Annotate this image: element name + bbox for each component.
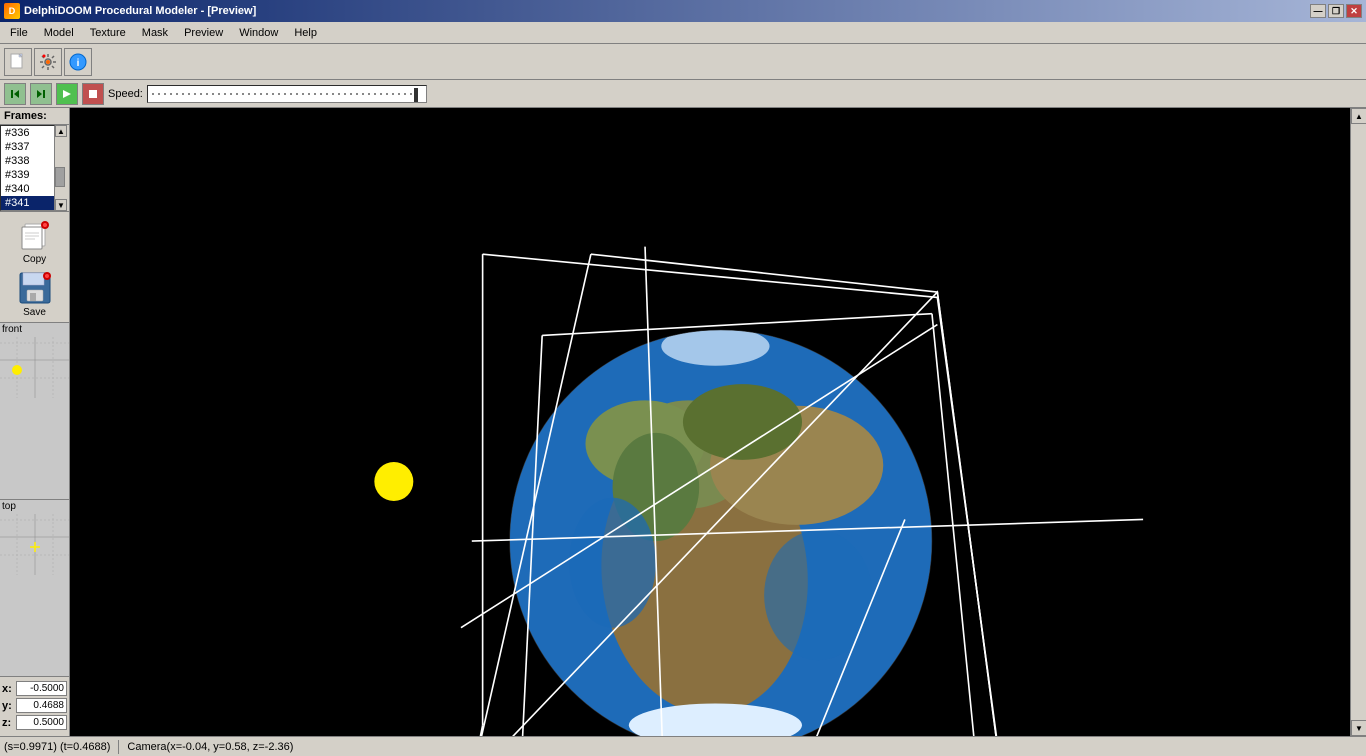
- frame-item[interactable]: #340: [1, 182, 54, 196]
- top-grid-svg: [0, 500, 69, 676]
- save-label: Save: [23, 307, 46, 318]
- svg-text:i: i: [77, 58, 80, 69]
- close-button[interactable]: ✕: [1346, 4, 1362, 18]
- coord-z-label: z:: [2, 717, 16, 729]
- scroll-track: [1351, 124, 1366, 720]
- frames-section: Frames: #336 #337 #338 #339 #340 #341 ▲ …: [0, 108, 69, 212]
- step-forward-button[interactable]: [30, 83, 52, 105]
- maximize-button[interactable]: ❐: [1328, 4, 1344, 18]
- app-icon: D: [4, 3, 20, 19]
- menu-preview[interactable]: Preview: [176, 25, 231, 41]
- viewport-scrollbar: ▲ ▼: [1350, 108, 1366, 736]
- menu-mask[interactable]: Mask: [134, 25, 176, 41]
- viewport-scene: [70, 108, 1350, 736]
- stop-button[interactable]: [82, 83, 104, 105]
- selected-point: [374, 462, 413, 501]
- top-panel-label: top: [0, 500, 18, 513]
- save-button[interactable]: Save: [16, 269, 54, 318]
- action-buttons: Copy: [0, 212, 69, 323]
- top-grid: [0, 500, 69, 676]
- titlebar-left: D DelphiDOOM Procedural Modeler - [Previ…: [4, 3, 256, 19]
- coord-x-row: x:: [2, 681, 67, 696]
- coords-section: x: y: z:: [0, 677, 69, 736]
- menu-texture[interactable]: Texture: [82, 25, 134, 41]
- scroll-thumb[interactable]: [55, 167, 65, 187]
- new-button[interactable]: [4, 48, 32, 76]
- front-panel: front: [0, 323, 69, 500]
- menu-model[interactable]: Model: [36, 25, 82, 41]
- copy-icon: [16, 216, 54, 254]
- frames-header: Frames:: [0, 108, 69, 125]
- save-icon: [16, 269, 54, 307]
- rewind-button[interactable]: [4, 83, 26, 105]
- copy-button[interactable]: Copy: [16, 216, 54, 265]
- copy-label: Copy: [23, 254, 46, 265]
- frames-area: #336 #337 #338 #339 #340 #341 ▲ ▼: [0, 125, 69, 211]
- titlebar-controls: — ❐ ✕: [1310, 4, 1362, 18]
- frame-item[interactable]: #336: [1, 126, 54, 140]
- minimize-button[interactable]: —: [1310, 4, 1326, 18]
- status-right: Camera(x=-0.04, y=0.58, z=-2.36): [127, 741, 293, 753]
- viewport[interactable]: [70, 108, 1350, 736]
- settings-button[interactable]: [34, 48, 62, 76]
- front-grid: [0, 323, 69, 499]
- coord-x-input[interactable]: [16, 681, 67, 696]
- scroll-track: [55, 137, 67, 199]
- toolbar: i: [0, 44, 1366, 80]
- frame-item-selected[interactable]: #341: [1, 196, 54, 210]
- info-button[interactable]: i: [64, 48, 92, 76]
- frame-item[interactable]: #337: [1, 140, 54, 154]
- coord-x-label: x:: [2, 683, 16, 695]
- globe-land: [510, 327, 932, 736]
- scroll-up-arrow[interactable]: ▲: [55, 125, 67, 137]
- frames-scrollbar: ▲ ▼: [55, 125, 69, 211]
- coord-y-row: y:: [2, 698, 67, 713]
- titlebar: D DelphiDOOM Procedural Modeler - [Previ…: [0, 0, 1366, 22]
- status-left: (s=0.9971) (t=0.4688): [4, 741, 110, 753]
- main-area: Frames: #336 #337 #338 #339 #340 #341 ▲ …: [0, 108, 1366, 736]
- top-panel: top: [0, 500, 69, 677]
- menu-help[interactable]: Help: [286, 25, 325, 41]
- coord-y-input[interactable]: [16, 698, 67, 713]
- mini-panels: front top: [0, 323, 69, 677]
- viewport-container: ▲ ▼: [70, 108, 1366, 736]
- menubar: File Model Texture Mask Preview Window H…: [0, 22, 1366, 44]
- front-panel-label: front: [0, 323, 24, 336]
- menu-file[interactable]: File: [2, 25, 36, 41]
- scroll-down-arrow[interactable]: ▼: [55, 199, 67, 211]
- status-divider: [118, 740, 119, 754]
- playback-controls: Speed:: [0, 80, 1366, 108]
- statusbar: (s=0.9971) (t=0.4688) Camera(x=-0.04, y=…: [0, 736, 1366, 756]
- menu-window[interactable]: Window: [231, 25, 286, 41]
- frame-item[interactable]: #338: [1, 154, 54, 168]
- speed-label: Speed:: [108, 88, 143, 100]
- scroll-down[interactable]: ▼: [1351, 720, 1366, 736]
- play-button[interactable]: [56, 83, 78, 105]
- coord-y-label: y:: [2, 700, 16, 712]
- titlebar-title: DelphiDOOM Procedural Modeler - [Preview…: [24, 5, 256, 17]
- front-grid-svg: [0, 323, 69, 499]
- scroll-up[interactable]: ▲: [1351, 108, 1366, 124]
- frames-list: #336 #337 #338 #339 #340 #341: [0, 125, 55, 211]
- frame-item[interactable]: #339: [1, 168, 54, 182]
- speed-slider[interactable]: [147, 85, 427, 103]
- left-panel: Frames: #336 #337 #338 #339 #340 #341 ▲ …: [0, 108, 70, 736]
